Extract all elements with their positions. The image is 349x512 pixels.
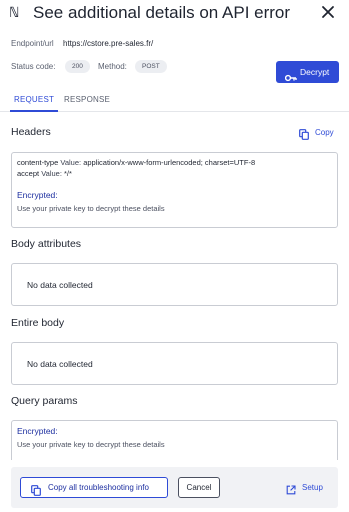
copy-all-label: Copy all troubleshooting info [48, 483, 149, 492]
body-attributes-title: Body attributes [11, 238, 82, 250]
method-badge: POST [135, 60, 167, 73]
logo-icon: ℕ [10, 5, 19, 21]
active-tab-indicator [10, 110, 58, 112]
query-params-box: Encrypted: Use your private key to decry… [11, 420, 338, 460]
header-value-prefix: Value: [41, 169, 62, 178]
copy-headers-label: Copy [315, 128, 334, 137]
headers-encrypted-title: Encrypted: [17, 190, 58, 200]
key-icon [284, 68, 297, 82]
entire-body-empty-text: No data collected [27, 359, 93, 369]
header-value-prefix: Value: [60, 158, 82, 167]
copy-icon [31, 483, 41, 496]
cancel-button[interactable]: Cancel [178, 477, 220, 498]
header-key: accept [17, 169, 40, 178]
headers-encrypted-description: Use your private key to decrypt these de… [17, 204, 165, 213]
endpoint-value: https://cstore.pre-sales.fr/ [63, 39, 154, 48]
setup-label: Setup [302, 483, 323, 492]
header-key: content-type [17, 158, 59, 167]
headers-box: content-type Value: application/x-www-fo… [11, 152, 338, 228]
header-value: */* [64, 169, 72, 178]
header-line-accept: accept Value: */* [17, 169, 72, 178]
entire-body-title: Entire body [11, 317, 65, 329]
cancel-button-label: Cancel [186, 483, 212, 492]
copy-headers-button[interactable]: Copy [299, 127, 339, 140]
decrypt-button[interactable]: Decrypt [276, 61, 339, 83]
endpoint-label: Endpoint/url [11, 39, 54, 48]
close-icon[interactable] [320, 4, 336, 20]
headers-title: Headers [11, 126, 51, 138]
copy-icon [299, 127, 309, 140]
tab-response[interactable]: RESPONSE [64, 95, 110, 104]
status-code-badge: 200 [65, 60, 90, 73]
status-code-label: Status code: [11, 62, 56, 71]
copy-all-troubleshooting-button[interactable]: Copy all troubleshooting info [20, 477, 168, 498]
setup-link[interactable]: Setup [286, 482, 331, 495]
header-line-content-type: content-type Value: application/x-www-fo… [17, 158, 255, 167]
header-value: application/x-www-form-urlencoded; chars… [83, 158, 256, 167]
query-params-encrypted-description: Use your private key to decrypt these de… [17, 440, 165, 449]
panel-title: See additional details on API error [33, 3, 291, 22]
decrypt-button-label: Decrypt [300, 67, 330, 77]
panel-footer: Copy all troubleshooting info Cancel Set… [11, 467, 338, 508]
body-attributes-empty-text: No data collected [27, 280, 93, 290]
api-error-details-panel: ℕ See additional details on API error En… [0, 0, 349, 512]
body-attributes-box: No data collected [11, 263, 338, 306]
panel-header: ℕ See additional details on API error [0, 0, 349, 28]
query-params-encrypted-title: Encrypted: [17, 426, 58, 436]
query-params-title: Query params [11, 395, 78, 407]
entire-body-box: No data collected [11, 342, 338, 385]
tab-bar: REQUEST RESPONSE [0, 90, 349, 112]
tab-request[interactable]: REQUEST [14, 95, 54, 104]
method-label: Method: [98, 62, 127, 71]
external-link-icon [286, 482, 296, 495]
